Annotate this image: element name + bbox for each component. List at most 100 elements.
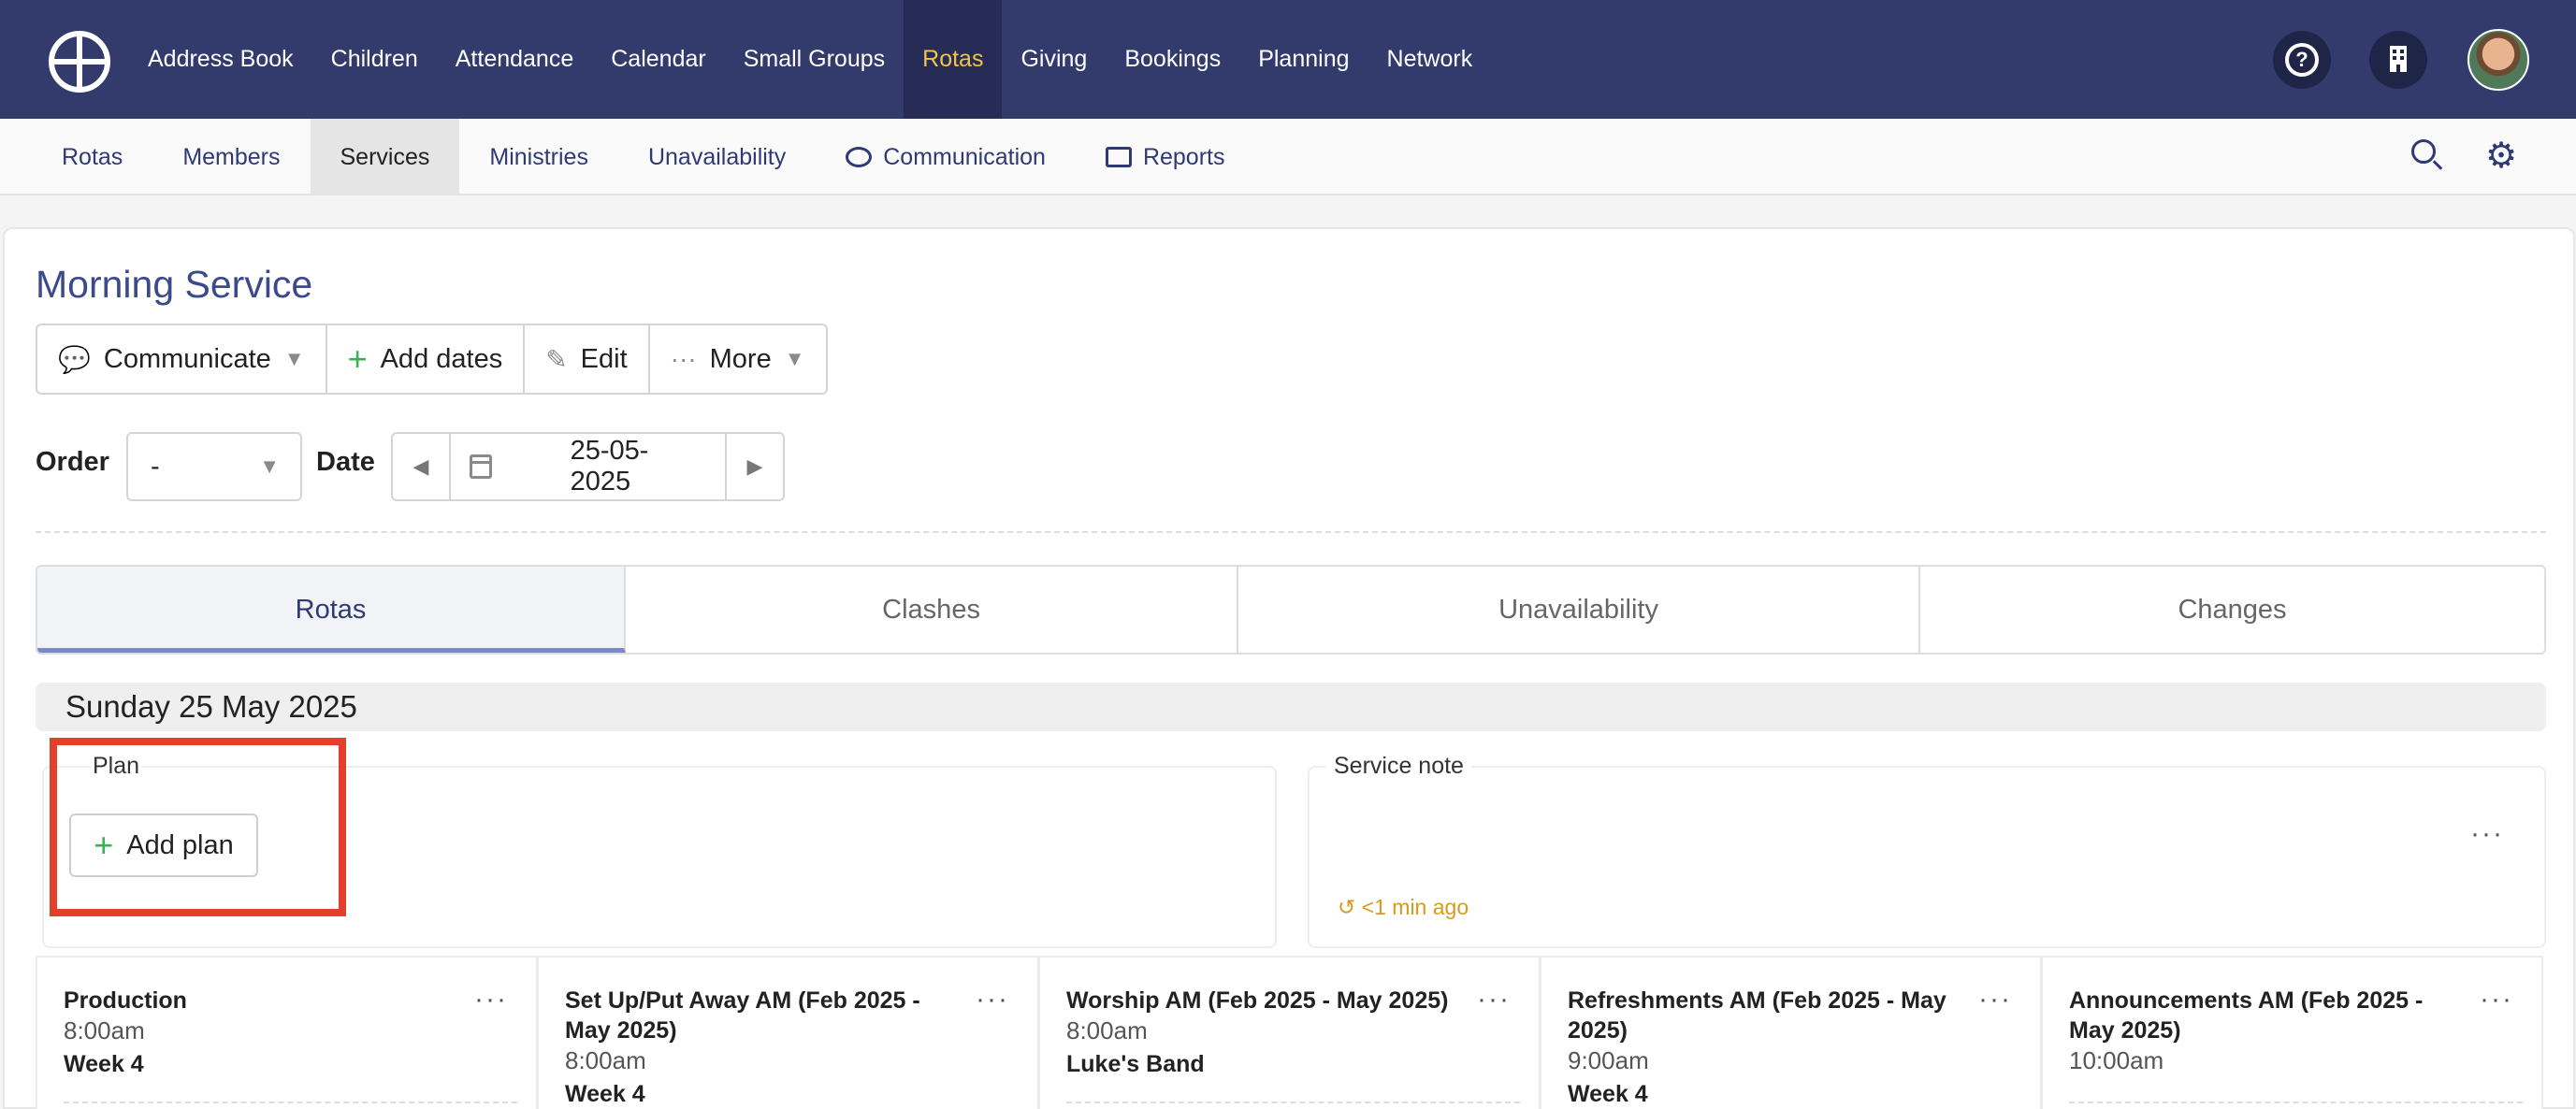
- tab-clashes[interactable]: Clashes: [626, 567, 1239, 653]
- help-button[interactable]: ?: [2273, 31, 2331, 89]
- nav-bookings[interactable]: Bookings: [1106, 0, 1239, 119]
- subnav-communication-label: Communication: [883, 144, 1046, 170]
- rota-card: Refreshments AM (Feb 2025 - May 2025) 9:…: [1540, 956, 2042, 1109]
- date-field[interactable]: 25-05-2025: [451, 434, 725, 499]
- calendar-icon: [470, 454, 492, 479]
- app-logo-icon[interactable]: [49, 31, 110, 93]
- rota-time: 8:00am: [64, 1016, 145, 1044]
- top-nav-items: Address Book Children Attendance Calenda…: [129, 0, 1491, 119]
- nav-attendance[interactable]: Attendance: [437, 0, 593, 119]
- nav-planning[interactable]: Planning: [1239, 0, 1368, 119]
- rota-more-icon[interactable]: ···: [1477, 984, 1511, 1015]
- search-icon[interactable]: [2410, 137, 2447, 175]
- subnav-reports-label: Reports: [1142, 144, 1225, 170]
- organisation-button[interactable]: [2369, 31, 2427, 89]
- nav-calendar[interactable]: Calendar: [592, 0, 724, 119]
- history-icon: ↺: [1338, 895, 1362, 919]
- rota-time: 8:00am: [1066, 1016, 1148, 1044]
- rota-time: 10:00am: [2069, 1046, 2164, 1074]
- subnav-reports[interactable]: Reports: [1076, 119, 1255, 195]
- ellipsis-icon: ···: [670, 344, 697, 373]
- rota-divider: [64, 1102, 517, 1103]
- divider: [36, 531, 2546, 533]
- chevron-down-icon: ▼: [283, 347, 305, 370]
- user-avatar[interactable]: [2467, 29, 2529, 91]
- rota-subtitle: Week 4: [1568, 1081, 1648, 1107]
- order-label: Order: [36, 447, 109, 477]
- sub-nav: Rotas Members Services Ministries Unavai…: [0, 119, 2576, 195]
- rota-card: Announcements AM (Feb 2025 - May 2025) 1…: [2041, 956, 2543, 1109]
- building-icon: [2390, 46, 2407, 72]
- communicate-button[interactable]: 💬 Communicate ▼: [37, 325, 327, 393]
- folder-icon: [1105, 147, 1132, 167]
- previous-date-button[interactable]: ◀: [393, 434, 451, 499]
- order-select[interactable]: - ▼: [126, 432, 302, 501]
- subnav-rotas[interactable]: Rotas: [32, 119, 152, 195]
- sub-nav-items: Rotas Members Services Ministries Unavai…: [32, 119, 1254, 195]
- date-picker: ◀ 25-05-2025 ▶: [391, 432, 785, 501]
- subnav-unavailability[interactable]: Unavailability: [618, 119, 816, 195]
- add-dates-button[interactable]: + Add dates: [327, 325, 526, 393]
- order-value: -: [151, 452, 160, 482]
- nav-giving[interactable]: Giving: [1002, 0, 1106, 119]
- rota-more-icon[interactable]: ···: [2480, 984, 2513, 1015]
- rota-card: Production 8:00am Week 4 ···: [36, 956, 538, 1109]
- subnav-services[interactable]: Services: [310, 119, 460, 195]
- service-note-label: Service note: [1326, 753, 1471, 780]
- subnav-ministries[interactable]: Ministries: [459, 119, 618, 195]
- rota-divider: [1066, 1102, 1520, 1103]
- highlight-box: [50, 738, 346, 916]
- next-date-button[interactable]: ▶: [725, 434, 783, 499]
- rota-more-icon[interactable]: ···: [976, 984, 1009, 1015]
- rota-more-icon[interactable]: ···: [474, 984, 508, 1015]
- tab-rotas[interactable]: Rotas: [37, 567, 627, 653]
- page-title: Morning Service: [36, 263, 313, 306]
- rota-title: Refreshments AM (Feb 2025 - May 2025): [1568, 987, 1946, 1044]
- subnav-members[interactable]: Members: [152, 119, 310, 195]
- more-label: More: [709, 343, 772, 374]
- nav-network[interactable]: Network: [1368, 0, 1492, 119]
- nav-rotas[interactable]: Rotas: [904, 0, 1003, 119]
- question-circle-icon: ?: [2285, 43, 2319, 77]
- chat-icon: [846, 147, 873, 167]
- nav-small-groups[interactable]: Small Groups: [725, 0, 904, 119]
- tab-unavailability[interactable]: Unavailability: [1238, 567, 1920, 653]
- chevron-down-icon: ▼: [784, 347, 805, 370]
- subnav-members-label: Members: [182, 144, 281, 170]
- settings-gear-icon[interactable]: ⚙: [2481, 136, 2522, 177]
- note-updated-text: <1 min ago: [1361, 895, 1469, 919]
- nav-address-book[interactable]: Address Book: [129, 0, 312, 119]
- service-toolbar: 💬 Communicate ▼ + Add dates ✎ Edit ··· M…: [36, 324, 828, 395]
- rota-cards: Production 8:00am Week 4 ··· Set Up/Put …: [36, 956, 2546, 1109]
- chat-icon: 💬: [58, 344, 91, 374]
- rota-title: Worship AM (Feb 2025 - May 2025): [1066, 987, 1449, 1014]
- rota-title: Announcements AM (Feb 2025 - May 2025): [2069, 987, 2424, 1044]
- rota-divider: [2069, 1102, 2523, 1103]
- rota-title: Set Up/Put Away AM (Feb 2025 - May 2025): [565, 987, 920, 1044]
- rota-subtitle: Week 4: [565, 1081, 645, 1107]
- subnav-services-label: Services: [340, 144, 430, 170]
- rota-subtitle: Luke's Band: [1066, 1051, 1205, 1077]
- date-value: 25-05-2025: [570, 436, 649, 497]
- service-note-more-icon[interactable]: ···: [2470, 818, 2504, 850]
- chevron-down-icon: ▼: [259, 454, 280, 478]
- main-content: Morning Service 💬 Communicate ▼ + Add da…: [3, 227, 2575, 1109]
- subnav-communication[interactable]: Communication: [816, 119, 1076, 195]
- edit-button[interactable]: ✎ Edit: [525, 325, 650, 393]
- rota-more-icon[interactable]: ···: [1978, 984, 2012, 1015]
- service-note-panel: [1308, 766, 2546, 948]
- edit-label: Edit: [580, 343, 628, 374]
- note-updated-timestamp: ↺ <1 min ago: [1338, 895, 1469, 920]
- rota-card: Set Up/Put Away AM (Feb 2025 - May 2025)…: [537, 956, 1039, 1109]
- pencil-icon: ✎: [545, 344, 568, 374]
- date-label: Date: [316, 447, 375, 477]
- rota-subtitle: Week 4: [64, 1051, 144, 1077]
- tab-changes[interactable]: Changes: [1920, 567, 2544, 653]
- more-button[interactable]: ··· More ▼: [650, 325, 826, 393]
- subnav-unavailability-label: Unavailability: [647, 144, 787, 170]
- plus-icon: +: [347, 339, 368, 378]
- rota-title: Production: [64, 987, 187, 1014]
- rota-time: 9:00am: [1568, 1046, 1649, 1074]
- nav-children[interactable]: Children: [312, 0, 437, 119]
- service-date-heading: Sunday 25 May 2025: [36, 683, 2546, 731]
